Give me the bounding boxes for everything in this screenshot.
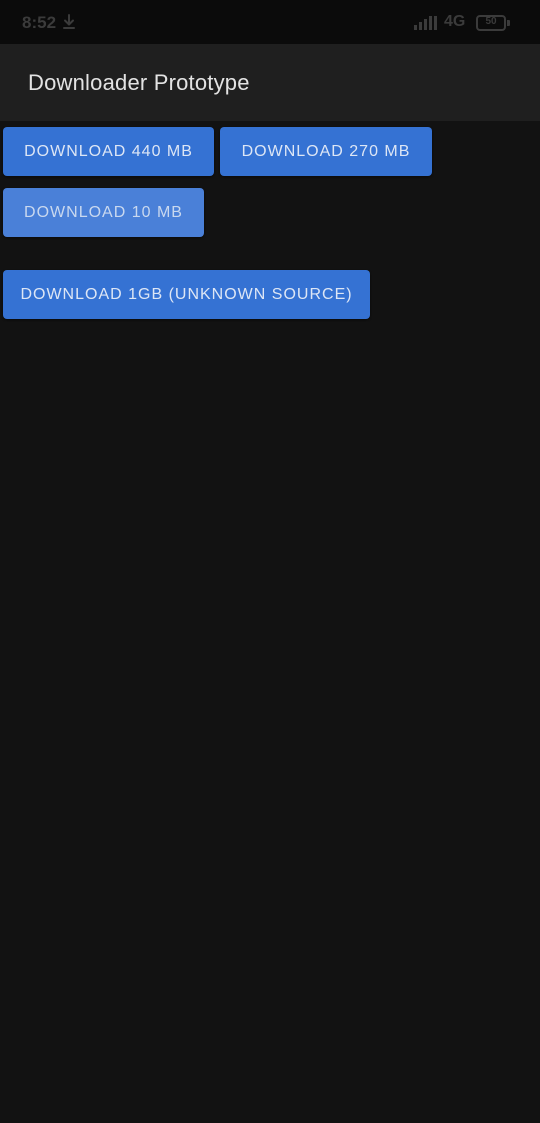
download-1gb-button[interactable]: DOWNLOAD 1GB (UNKNOWN SOURCE) <box>3 270 370 319</box>
battery-level: 50 <box>485 16 497 27</box>
download-icon <box>63 14 75 29</box>
status-bar: 8:52 4G 50 <box>0 0 540 44</box>
app-bar: Downloader Prototype <box>0 44 540 121</box>
download-10mb-button[interactable]: DOWNLOAD 10 MB <box>3 188 204 237</box>
signal-icon <box>414 16 437 30</box>
download-270mb-button[interactable]: DOWNLOAD 270 MB <box>220 127 432 176</box>
app-title: Downloader Prototype <box>28 70 250 95</box>
network-type-label: 4G <box>444 13 466 30</box>
battery-icon: 50 <box>476 15 510 31</box>
status-time: 8:52 <box>22 13 57 32</box>
download-440mb-button[interactable]: DOWNLOAD 440 MB <box>3 127 214 176</box>
app-screen: 8:52 4G 50 Downloader Prototype DOWNLOAD… <box>0 0 540 1123</box>
